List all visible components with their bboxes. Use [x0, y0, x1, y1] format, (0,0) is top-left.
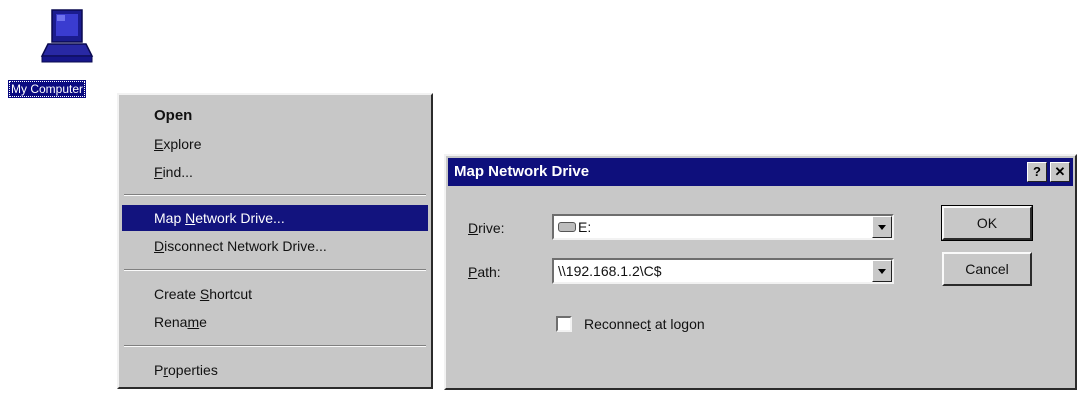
path-dropdown-arrow[interactable] — [872, 260, 892, 282]
my-computer-label: My Computer — [8, 80, 87, 98]
menu-item-create-shortcut[interactable]: Create Shortcut — [122, 281, 428, 307]
help-button[interactable]: ? — [1027, 162, 1047, 182]
drive-label: Drive: — [468, 220, 505, 236]
dialog-titlebar[interactable]: Map Network Drive ? ✕ — [448, 158, 1073, 186]
path-label: Path: — [468, 264, 501, 280]
drive-dropdown-arrow[interactable] — [872, 216, 892, 238]
context-menu: Open Explore Find... Map Network Drive..… — [117, 93, 433, 389]
menu-item-properties[interactable]: Properties — [122, 357, 428, 383]
reconnect-checkbox[interactable] — [556, 316, 572, 332]
drive-value: E: — [578, 219, 592, 235]
ok-button[interactable]: OK — [941, 205, 1033, 241]
close-button[interactable]: ✕ — [1050, 162, 1070, 182]
map-network-drive-dialog: Map Network Drive ? ✕ Drive: E: Path: \\… — [444, 154, 1077, 390]
menu-separator — [124, 345, 426, 347]
menu-item-open[interactable]: Open — [122, 103, 428, 129]
menu-item-map-network-drive[interactable]: Map Network Drive... — [122, 205, 428, 231]
menu-item-find[interactable]: Find... — [122, 159, 428, 185]
menu-item-rename[interactable]: Rename — [122, 309, 428, 335]
network-drive-icon — [558, 222, 576, 233]
reconnect-label[interactable]: Reconnect at logon — [584, 316, 705, 332]
menu-separator — [124, 194, 426, 196]
menu-item-explore[interactable]: Explore — [122, 131, 428, 157]
path-combobox[interactable]: \\192.168.1.2\C$ — [552, 258, 894, 284]
my-computer-desktop-icon[interactable]: My Computer — [6, 8, 124, 100]
path-input[interactable]: \\192.168.1.2\C$ — [558, 260, 662, 282]
drive-combobox[interactable]: E: — [552, 214, 894, 240]
cancel-button[interactable]: Cancel — [942, 252, 1032, 286]
menu-separator — [124, 269, 426, 271]
dialog-title: Map Network Drive — [454, 163, 590, 180]
menu-item-disconnect-network-drive[interactable]: Disconnect Network Drive... — [122, 233, 428, 259]
computer-icon — [38, 8, 96, 74]
